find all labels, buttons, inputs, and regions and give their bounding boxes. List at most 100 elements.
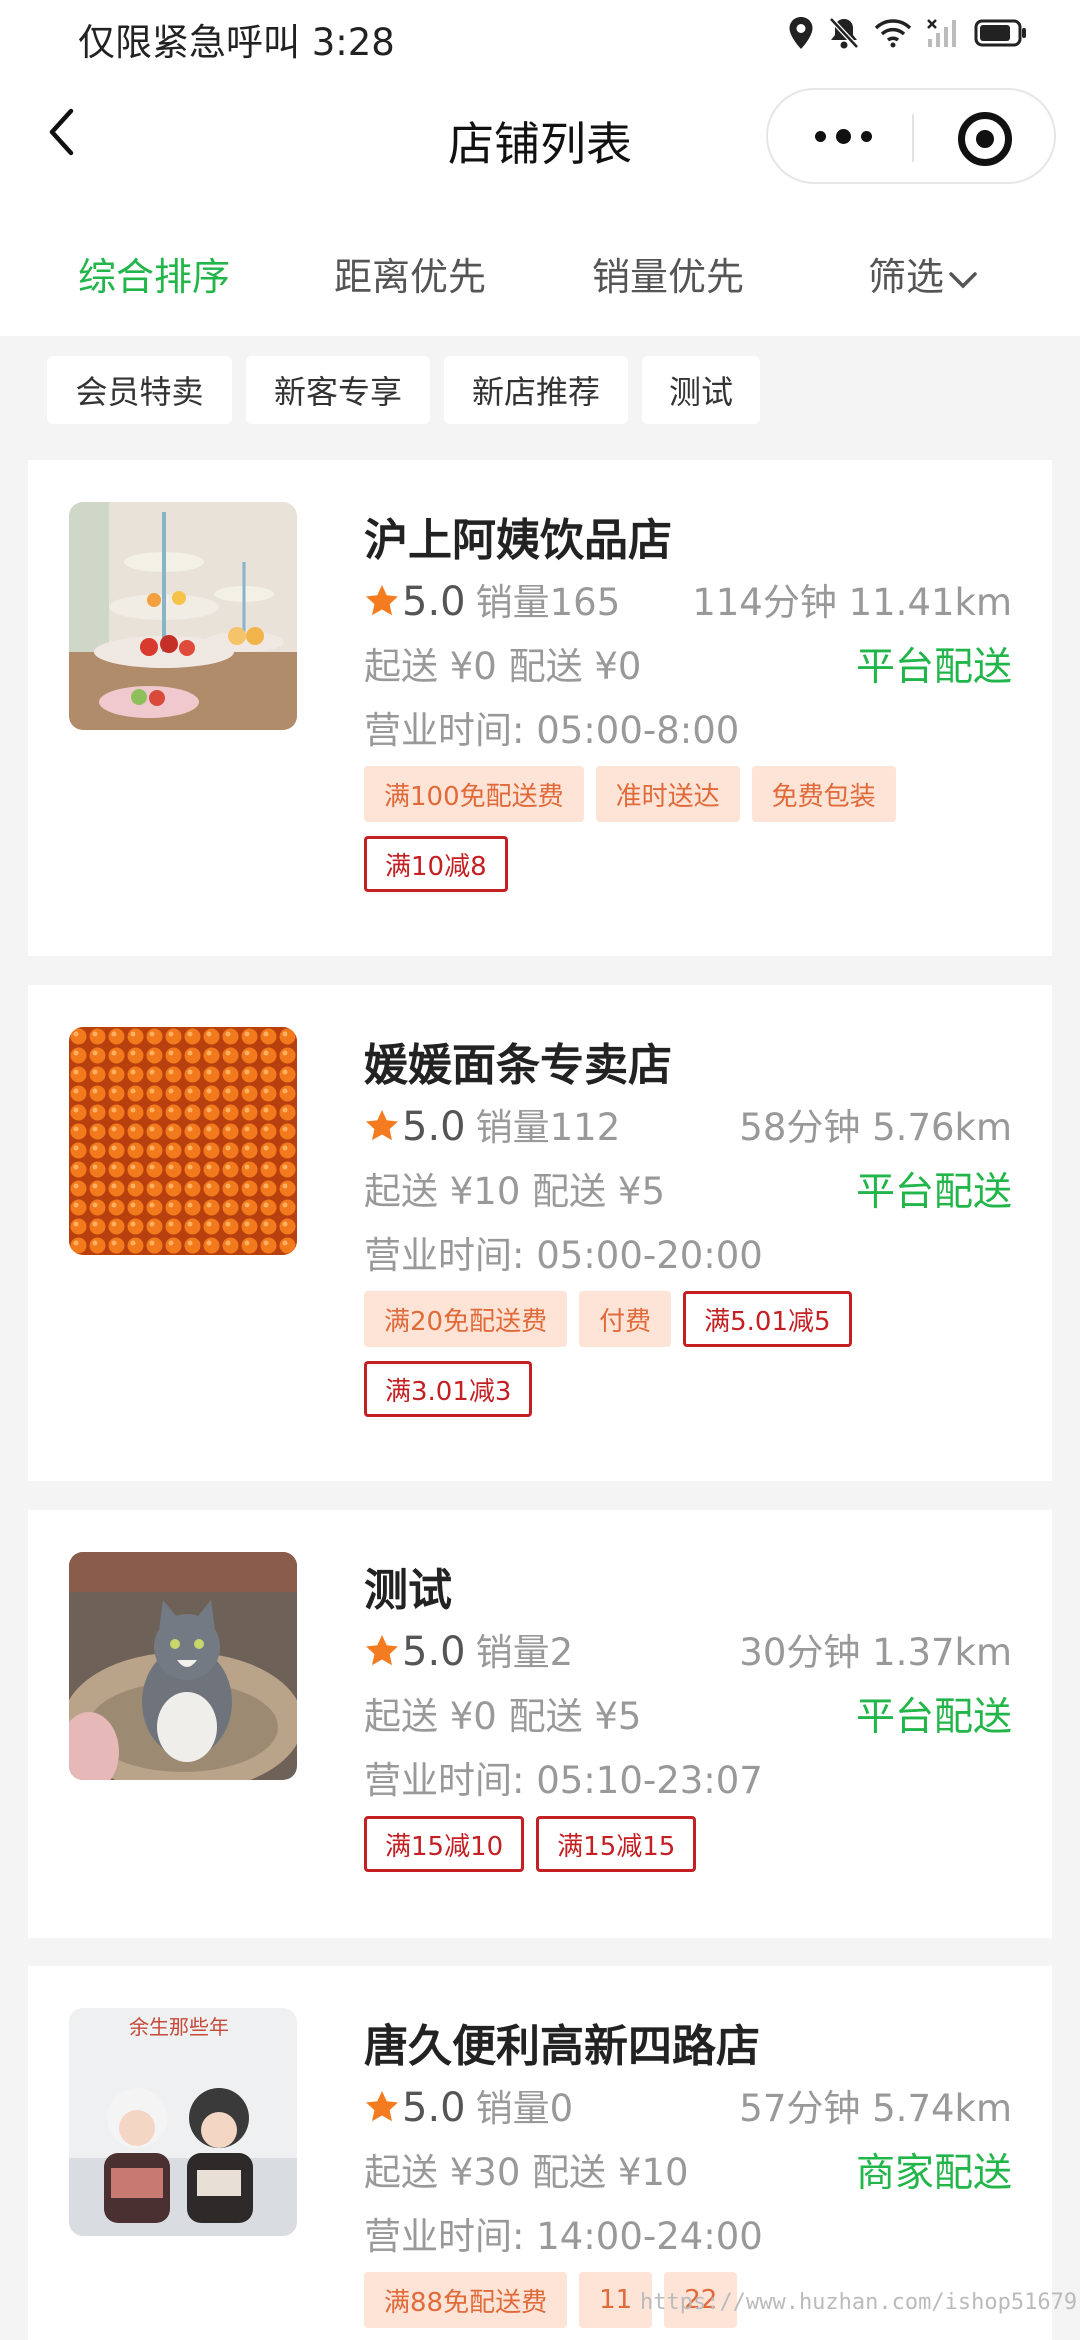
tab-sort-comprehensive[interactable]: 综合排序 <box>78 246 230 301</box>
store-card[interactable]: 沪上阿姨饮品店 5.0 销量165 114分钟 11.41km 起送 ¥0 配送 … <box>28 460 1052 956</box>
battery-icon <box>974 19 1026 47</box>
chip-new-customer[interactable]: 新客专享 <box>246 356 430 424</box>
discount-tag: 满5.01减5 <box>683 1291 852 1347</box>
store-photo-persimmons <box>69 1027 297 1255</box>
store-fees-row: 起送 ¥30 配送 ¥10 商家配送 <box>364 2142 1012 2196</box>
discount-tag: 满3.01减3 <box>364 1361 533 1417</box>
store-thumbnail: 余生那些年 <box>69 2008 297 2236</box>
promo-tags: 满15减10 满15减15 <box>364 1816 1012 1872</box>
store-name: 沪上阿姨饮品店 <box>364 515 672 566</box>
watermark: https://www.huzhan.com/ishop51679 <box>640 2290 1078 2315</box>
discount-tag: 满15减10 <box>364 1816 525 1872</box>
chip-new-store[interactable]: 新店推荐 <box>444 356 628 424</box>
star-icon <box>366 1635 398 1666</box>
delivery-type: 平台配送 <box>855 1170 1012 1215</box>
filter-chips: 会员特卖 新客专享 新店推荐 测试 <box>0 336 1080 446</box>
promo-tags: 满20免配送费 付费 满5.01减5 满3.01减3 <box>364 1291 1012 1417</box>
mini-program-capsule <box>766 88 1056 184</box>
chevron-down-icon <box>949 271 977 288</box>
promo-tag: 付费 <box>579 1291 672 1347</box>
tab-sort-sales[interactable]: 销量优先 <box>592 246 744 301</box>
store-hours: 营业时间: 05:00-8:00 <box>364 709 740 752</box>
store-photo-cat <box>69 1552 297 1780</box>
store-thumbnail <box>69 1552 297 1780</box>
store-hours: 营业时间: 05:00-20:00 <box>364 1234 763 1277</box>
store-rating: 5.0 <box>402 1629 466 1675</box>
delivery-type: 平台配送 <box>855 1695 1012 1740</box>
promo-tag: 免费包装 <box>751 766 896 822</box>
more-dots-icon <box>860 130 872 142</box>
location-icon <box>789 17 813 49</box>
tab-label: 销量优先 <box>592 255 745 299</box>
store-photo-people: 余生那些年 <box>69 2008 297 2236</box>
tab-label: 综合排序 <box>78 255 231 299</box>
store-thumbnail <box>69 1027 297 1255</box>
store-eta-distance: 30分钟 1.37km <box>739 1631 1012 1674</box>
promo-tag: 满88免配送费 <box>364 2272 568 2328</box>
store-stats-row: 5.0 销量2 30分钟 1.37km <box>364 1622 1012 1675</box>
discount-tag: 满15减15 <box>536 1816 697 1872</box>
chip-test[interactable]: 测试 <box>642 356 760 424</box>
store-name: 媛媛面条专卖店 <box>364 1040 672 1091</box>
more-dots-icon <box>814 130 826 142</box>
store-thumbnail <box>69 502 297 730</box>
chip-member-sale[interactable]: 会员特卖 <box>47 356 232 424</box>
store-rating: 5.0 <box>402 579 466 625</box>
mute-bell-icon <box>829 17 859 49</box>
status-text: 仅限紧急呼叫 3:28 <box>78 21 395 64</box>
store-stats-row: 5.0 销量0 57分钟 5.74km <box>364 2078 1012 2131</box>
sort-tabs: 综合排序 距离优先 销量优先 筛选 <box>0 200 1080 336</box>
store-sales: 销量0 <box>475 2087 574 2130</box>
signal-off-icon <box>927 19 956 47</box>
tab-label: 距离优先 <box>334 255 487 299</box>
store-fees-row: 起送 ¥0 配送 ¥5 平台配送 <box>364 1686 1012 1740</box>
star-icon <box>366 1110 398 1141</box>
discount-tag: 满10减8 <box>364 836 508 892</box>
store-hours: 营业时间: 05:10-23:07 <box>364 1759 763 1802</box>
store-fees: 起送 ¥0 配送 ¥0 <box>364 645 642 688</box>
more-button[interactable] <box>788 104 898 168</box>
store-eta-distance: 114分钟 11.41km <box>692 581 1012 624</box>
tab-sort-distance[interactable]: 距离优先 <box>334 246 486 301</box>
promo-tag: 满100免配送费 <box>364 766 584 822</box>
wifi-icon <box>874 19 912 48</box>
status-bar: 仅限紧急呼叫 3:28 <box>0 0 1080 72</box>
store-sales: 销量112 <box>475 1106 621 1149</box>
store-card[interactable]: 余生那些年 唐久便利高新四路店 5.0 销量0 57分钟 5.74km 起送 ¥3… <box>28 1966 1052 2340</box>
store-rating: 5.0 <box>402 2085 466 2131</box>
store-fees: 起送 ¥10 配送 ¥5 <box>364 1170 665 1213</box>
close-mini-program-button[interactable] <box>958 112 1012 166</box>
store-stats-row: 5.0 销量112 58分钟 5.76km <box>364 1097 1012 1150</box>
thumb-caption: 余生那些年 <box>129 2015 229 2039</box>
store-name: 测试 <box>364 1565 452 1616</box>
store-stats-row: 5.0 销量165 114分钟 11.41km <box>364 572 1012 625</box>
status-icons <box>788 16 1028 50</box>
capsule-divider <box>912 114 914 162</box>
target-circle-icon <box>976 130 994 148</box>
more-dots-icon <box>835 128 851 144</box>
tab-filter[interactable]: 筛选 <box>868 246 978 301</box>
store-name: 唐久便利高新四路店 <box>364 2021 760 2072</box>
store-fees-row: 起送 ¥0 配送 ¥0 平台配送 <box>364 636 1012 690</box>
promo-tag: 准时送达 <box>595 766 740 822</box>
store-hours: 营业时间: 14:00-24:00 <box>364 2215 763 2258</box>
delivery-type: 平台配送 <box>855 645 1012 690</box>
delivery-type: 商家配送 <box>855 2151 1012 2196</box>
store-fees: 起送 ¥0 配送 ¥5 <box>364 1695 642 1738</box>
nav-bar: 店铺列表 <box>0 72 1080 200</box>
store-sales: 销量2 <box>475 1631 574 1674</box>
tab-label: 筛选 <box>868 255 945 299</box>
store-card[interactable]: 媛媛面条专卖店 5.0 销量112 58分钟 5.76km 起送 ¥10 配送 ¥… <box>28 985 1052 1481</box>
store-photo-fruit-stand <box>69 502 297 730</box>
store-eta-distance: 58分钟 5.76km <box>739 1106 1012 1149</box>
promo-tags: 满100免配送费 准时送达 免费包装 满10减8 <box>364 766 1012 892</box>
store-fees-row: 起送 ¥10 配送 ¥5 平台配送 <box>364 1161 1012 1215</box>
star-icon <box>366 2091 398 2122</box>
store-card[interactable]: 测试 5.0 销量2 30分钟 1.37km 起送 ¥0 配送 ¥5 平台配送 营… <box>28 1510 1052 1938</box>
store-fees: 起送 ¥30 配送 ¥10 <box>364 2151 689 2194</box>
store-sales: 销量165 <box>475 581 621 624</box>
store-rating: 5.0 <box>402 1104 466 1150</box>
star-icon <box>366 585 398 616</box>
store-eta-distance: 57分钟 5.74km <box>739 2087 1012 2130</box>
promo-tag: 满20免配送费 <box>364 1291 568 1347</box>
